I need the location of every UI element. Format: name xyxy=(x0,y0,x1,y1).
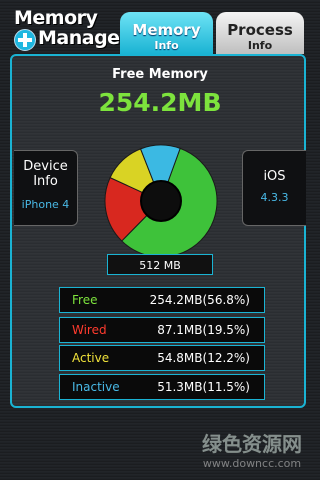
plus-icon xyxy=(14,29,36,51)
stat-row-inactive: Inactive 51.3MB(11.5%) xyxy=(59,374,265,400)
tab-memory-label: Memory xyxy=(132,21,201,39)
stat-value-active: 54.8MB(12.2%) xyxy=(157,351,250,365)
free-memory-value: 254.2MB xyxy=(98,88,222,117)
stat-value-inactive: 51.3MB(11.5%) xyxy=(157,380,250,394)
app-logo: Memory Manager xyxy=(8,6,129,51)
logo-text-memory: Memory xyxy=(14,7,98,29)
stat-value-wired: 87.1MB(19.5%) xyxy=(157,323,250,337)
device-info-box: Device Info iPhone 4 xyxy=(14,150,78,226)
stat-row-free: Free 254.2MB(56.8%) xyxy=(59,287,265,313)
device-info-label-2: Info xyxy=(33,174,58,189)
donut-hole xyxy=(140,180,182,222)
watermark-url: www.downcc.com xyxy=(202,457,302,470)
memory-panel: Free Memory 254.2MB Device Info iPhone 4… xyxy=(10,54,306,408)
tab-process-info[interactable]: Process Info xyxy=(216,12,304,54)
tab-process-sub: Info xyxy=(247,39,273,52)
stat-value-free: 254.2MB(56.8%) xyxy=(149,293,250,307)
tab-process-label: Process xyxy=(227,21,293,39)
stat-label-free: Free xyxy=(72,293,98,307)
os-label: iOS xyxy=(263,169,286,184)
free-memory-title: Free Memory xyxy=(112,67,208,82)
tab-memory-sub: Info xyxy=(154,39,179,52)
stat-label-active: Active xyxy=(72,351,110,365)
total-memory: 512 MB xyxy=(107,254,213,275)
tab-memory-info[interactable]: Memory Info xyxy=(120,12,213,54)
site-watermark: 绿色资源网 www.downcc.com xyxy=(190,428,314,472)
os-info-box: iOS 4.3.3 xyxy=(242,150,306,226)
stat-label-inactive: Inactive xyxy=(72,380,120,394)
device-model: iPhone 4 xyxy=(21,198,70,211)
stat-row-active: Active 54.8MB(12.2%) xyxy=(59,345,265,371)
watermark-title: 绿色资源网 xyxy=(202,432,302,456)
stat-label-wired: Wired xyxy=(72,323,107,337)
device-info-label-1: Device xyxy=(23,159,68,174)
os-version: 4.3.3 xyxy=(260,191,289,204)
logo-text-manager: Manager xyxy=(38,27,129,49)
memory-donut-chart xyxy=(104,144,218,258)
stat-row-wired: Wired 87.1MB(19.5%) xyxy=(59,317,265,343)
